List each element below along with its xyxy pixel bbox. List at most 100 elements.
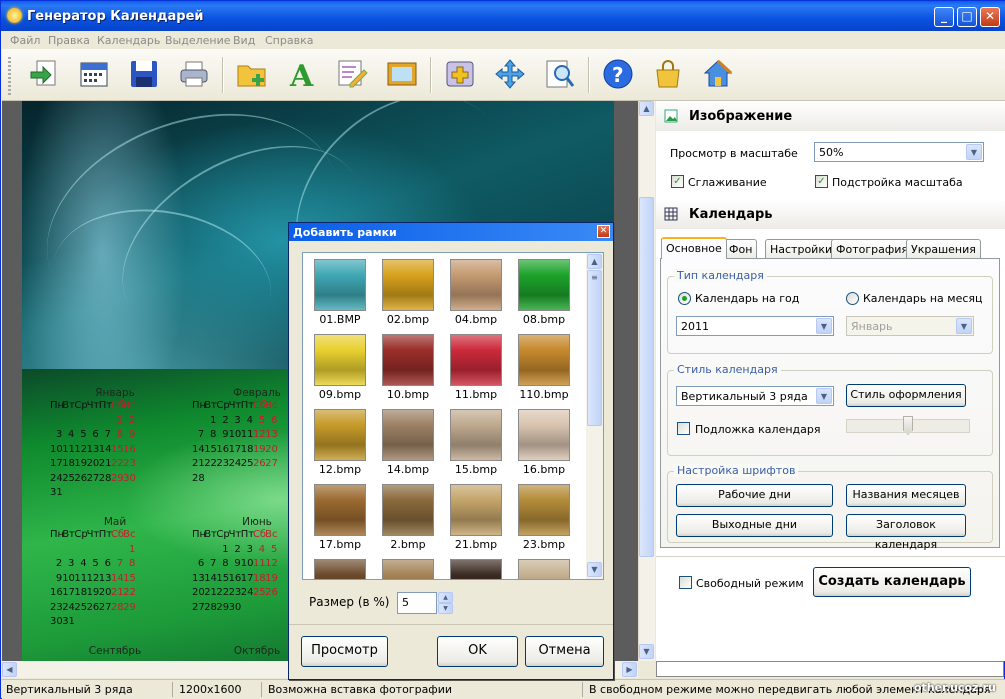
frame-thumbnail[interactable]: 17.bmp	[307, 484, 373, 552]
scroll-right-arrow-icon[interactable]: ▶	[622, 662, 637, 677]
calendar-title-font-button[interactable]: Заголовок календаря	[846, 514, 966, 551]
chevron-down-icon[interactable]: ▼	[966, 144, 982, 160]
menu-view[interactable]: Вид	[233, 34, 255, 47]
image-frame-icon[interactable]	[386, 58, 418, 90]
day-cell: 23	[216, 458, 230, 469]
frame-thumbnail[interactable]: 12.bmp	[307, 409, 373, 477]
dialog-close-icon[interactable]: ✕	[597, 225, 610, 238]
minimize-button[interactable]: _	[934, 7, 954, 27]
year-calendar-radio[interactable]	[678, 292, 691, 305]
free-mode-checkbox[interactable]	[679, 576, 692, 589]
move-icon[interactable]	[494, 58, 526, 90]
frame-thumbnail[interactable]: 09.bmp	[307, 334, 373, 402]
scroll-up-arrow-icon[interactable]: ▲	[639, 101, 654, 116]
frame-thumbnail[interactable]: 10.bmp	[375, 334, 441, 402]
weekday-header: Пн Вт Ср Чт Пт Сб Вс	[50, 528, 180, 543]
day-cell: 25	[62, 472, 75, 484]
spin-down-icon[interactable]: ▼	[438, 603, 453, 614]
chevron-down-icon[interactable]: ▼	[816, 388, 832, 404]
menu-selection[interactable]: Выделение	[165, 34, 231, 47]
scroll-down-arrow-icon[interactable]: ▼	[639, 644, 654, 659]
day-cell: 7	[210, 558, 217, 569]
shop-bag-icon[interactable]	[652, 58, 684, 90]
size-input[interactable]: 5	[397, 592, 437, 614]
frame-thumbnail[interactable]: 14.bmp	[375, 409, 441, 477]
calendar-section-header[interactable]: Календарь	[656, 199, 1005, 229]
menu-calendar[interactable]: Календарь	[97, 34, 160, 47]
zoom-select[interactable]: 50% ▼	[814, 142, 984, 162]
toolbar-grip[interactable]	[8, 57, 11, 95]
scroll-thumb[interactable]	[639, 197, 654, 557]
text-icon[interactable]: A	[286, 58, 318, 90]
scroll-up-arrow-icon[interactable]: ▲	[587, 254, 602, 269]
spin-up-icon[interactable]: ▲	[438, 592, 453, 603]
frame-thumbnail[interactable]: 2.bmp	[375, 484, 441, 552]
insert-element-icon[interactable]	[444, 58, 476, 90]
frame-swatch	[518, 484, 570, 536]
home-icon[interactable]	[702, 58, 734, 90]
chevron-down-icon[interactable]: ▼	[816, 318, 832, 334]
help-icon[interactable]: ?	[602, 58, 634, 90]
import-icon[interactable]	[28, 58, 60, 90]
dialog-title-bar[interactable]: Добавить рамки ✕	[289, 223, 613, 241]
frame-thumbnail[interactable]: 15.bmp	[443, 409, 509, 477]
edit-table-icon[interactable]	[336, 58, 368, 90]
tab-background[interactable]: Фон	[724, 239, 758, 259]
size-spinner[interactable]: ▲ ▼	[438, 592, 453, 614]
week-row: 10 11 12 13 14 15 16	[50, 443, 180, 458]
day-cell: 19	[74, 458, 88, 469]
tab-main[interactable]: Основное	[661, 237, 727, 259]
frame-thumbnail[interactable]	[511, 559, 577, 579]
tab-settings[interactable]: Настройки	[765, 239, 838, 259]
tab-photo[interactable]: Фотография	[831, 239, 914, 259]
frame-thumbnail[interactable]: 11.bmp	[443, 334, 509, 402]
canvas-vertical-scrollbar[interactable]: ▲ ▼	[638, 101, 655, 661]
maximize-button[interactable]: □	[957, 7, 977, 27]
weekends-font-button[interactable]: Выходные дни	[676, 514, 833, 537]
frame-thumbnail[interactable]: 16.bmp	[511, 409, 577, 477]
add-folder-icon[interactable]	[236, 58, 268, 90]
frame-thumbnail[interactable]: 23.bmp	[511, 484, 577, 552]
frame-thumbnail[interactable]	[307, 559, 373, 579]
scroll-thumb[interactable]: ≡	[587, 270, 602, 426]
style-select[interactable]: Вертикальный 3 ряда ▼	[676, 386, 834, 406]
day-cell	[50, 414, 62, 429]
smoothing-checkbox[interactable]: ✓	[671, 175, 684, 188]
ok-button[interactable]: OK	[437, 636, 518, 667]
frame-swatch	[314, 409, 366, 461]
frame-thumbnail[interactable]	[443, 559, 509, 579]
workdays-font-button[interactable]: Рабочие дни	[676, 484, 833, 507]
year-select[interactable]: 2011 ▼	[676, 316, 834, 336]
scroll-down-arrow-icon[interactable]: ▼	[587, 562, 602, 577]
preview-button[interactable]: Просмотр	[301, 636, 388, 667]
frame-thumbnail[interactable]: 04.bmp	[443, 259, 509, 327]
frame-thumbnail[interactable]: 02.bmp	[375, 259, 441, 327]
menu-help[interactable]: Справка	[265, 34, 313, 47]
image-section-header[interactable]: Изображение	[656, 101, 1005, 131]
tab-decorations[interactable]: Украшения	[906, 239, 981, 259]
scroll-left-arrow-icon[interactable]: ◀	[2, 662, 17, 677]
print-icon[interactable]	[178, 58, 210, 90]
frame-thumbnail[interactable]: 01.BMP	[307, 259, 373, 327]
frames-scrollbar[interactable]: ▲ ≡ ▼	[586, 253, 603, 579]
frame-thumbnail[interactable]: 08.bmp	[511, 259, 577, 327]
cancel-button[interactable]: Отмена	[525, 636, 604, 667]
frames-list[interactable]: 01.BMP 02.bmp 04.bmp 08.bmp 09.bmp 10.bmp 11.b…	[302, 252, 604, 580]
month-names-font-button[interactable]: Названия месяцев	[846, 484, 966, 507]
save-icon[interactable]	[128, 58, 160, 90]
frame-name: 09.bmp	[318, 388, 362, 401]
create-calendar-button[interactable]: Создать календарь	[813, 567, 971, 597]
frame-thumbnail[interactable]: 110.bmp	[511, 334, 577, 402]
frame-thumbnail[interactable]	[375, 559, 441, 579]
calendar-icon[interactable]	[78, 58, 110, 90]
menu-edit[interactable]: Правка	[48, 34, 90, 47]
style-design-button[interactable]: Стиль оформления	[846, 384, 966, 407]
status-size: 1200x1600	[179, 683, 242, 696]
close-button[interactable]: ✕	[980, 7, 1000, 27]
zoom-icon[interactable]	[544, 58, 576, 90]
month-calendar-radio[interactable]	[846, 292, 859, 305]
menu-file[interactable]: Файл	[10, 34, 40, 47]
underlay-checkbox[interactable]	[677, 422, 690, 435]
frame-thumbnail[interactable]: 21.bmp	[443, 484, 509, 552]
fit-scale-checkbox[interactable]: ✓	[815, 175, 828, 188]
